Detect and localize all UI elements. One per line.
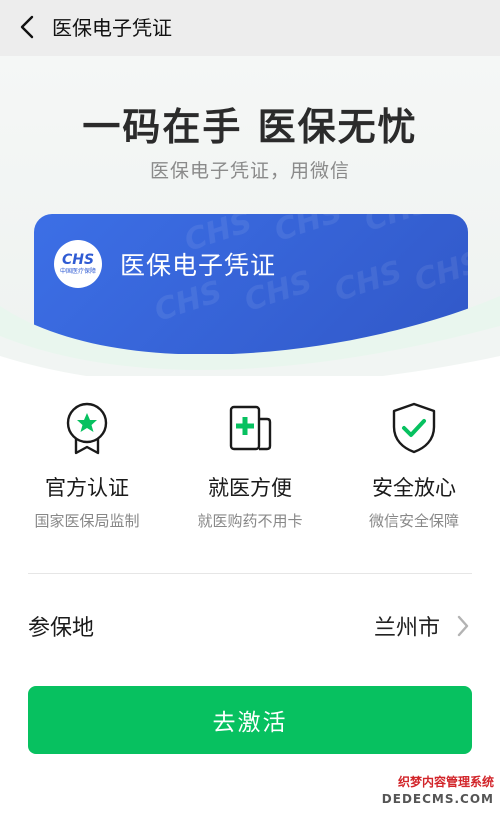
feature-item: 就医方便 就医购药不用卡 [175,398,325,531]
back-button[interactable] [14,14,40,40]
feature-title: 就医方便 [208,476,292,500]
medical-card-icon [229,405,272,451]
feature-subtitle: 就医购药不用卡 [197,512,303,530]
nav-bar: 医保电子凭证 [0,0,500,56]
medal-star-icon [66,402,108,455]
hero-title: 一码在手 医保无忧 [82,105,418,149]
feature-title: 安全放心 [372,476,456,500]
nav-title: 医保电子凭证 [52,16,172,40]
chs-logo-text: CHS [61,252,95,268]
chevron-left-icon [20,15,34,39]
footer-watermark: 织梦内容管理系统 DEDECMS.COM [374,774,494,808]
card-watermark: CHS [270,214,347,249]
chs-logo-subtext: 中国医疗保障 [59,268,96,275]
feature-item: 安全放心 微信安全保障 [339,398,489,531]
feature-title: 官方认证 [45,476,129,500]
shield-check-icon [392,402,436,454]
card-watermark: CHS [360,214,436,239]
watermark-line1: 织梦内容管理系统 [397,775,494,789]
divider [28,573,472,574]
hero-wave [0,296,500,376]
chevron-right-icon [457,615,469,637]
feature-subtitle: 微信安全保障 [368,512,459,530]
hero-section: 一码在手 医保无忧 医保电子凭证，用微信 CHS CHS CHS CHS CHS… [0,56,500,376]
watermark-line2: DEDECMS.COM [381,792,494,806]
feature-item: 官方认证 国家医保局监制 [12,398,162,531]
region-label: 参保地 [28,616,95,641]
feature-list: 官方认证 国家医保局监制 就医方便 就医购药不用卡 安全放心 微信安全保障 [0,398,500,538]
region-value: 兰州市 [373,616,440,641]
feature-subtitle: 国家医保局监制 [34,512,140,530]
region-row[interactable]: 参保地 兰州市 [28,600,472,652]
activate-button[interactable]: 去激活 [28,686,472,754]
hero-subtitle: 医保电子凭证，用微信 [149,160,350,182]
